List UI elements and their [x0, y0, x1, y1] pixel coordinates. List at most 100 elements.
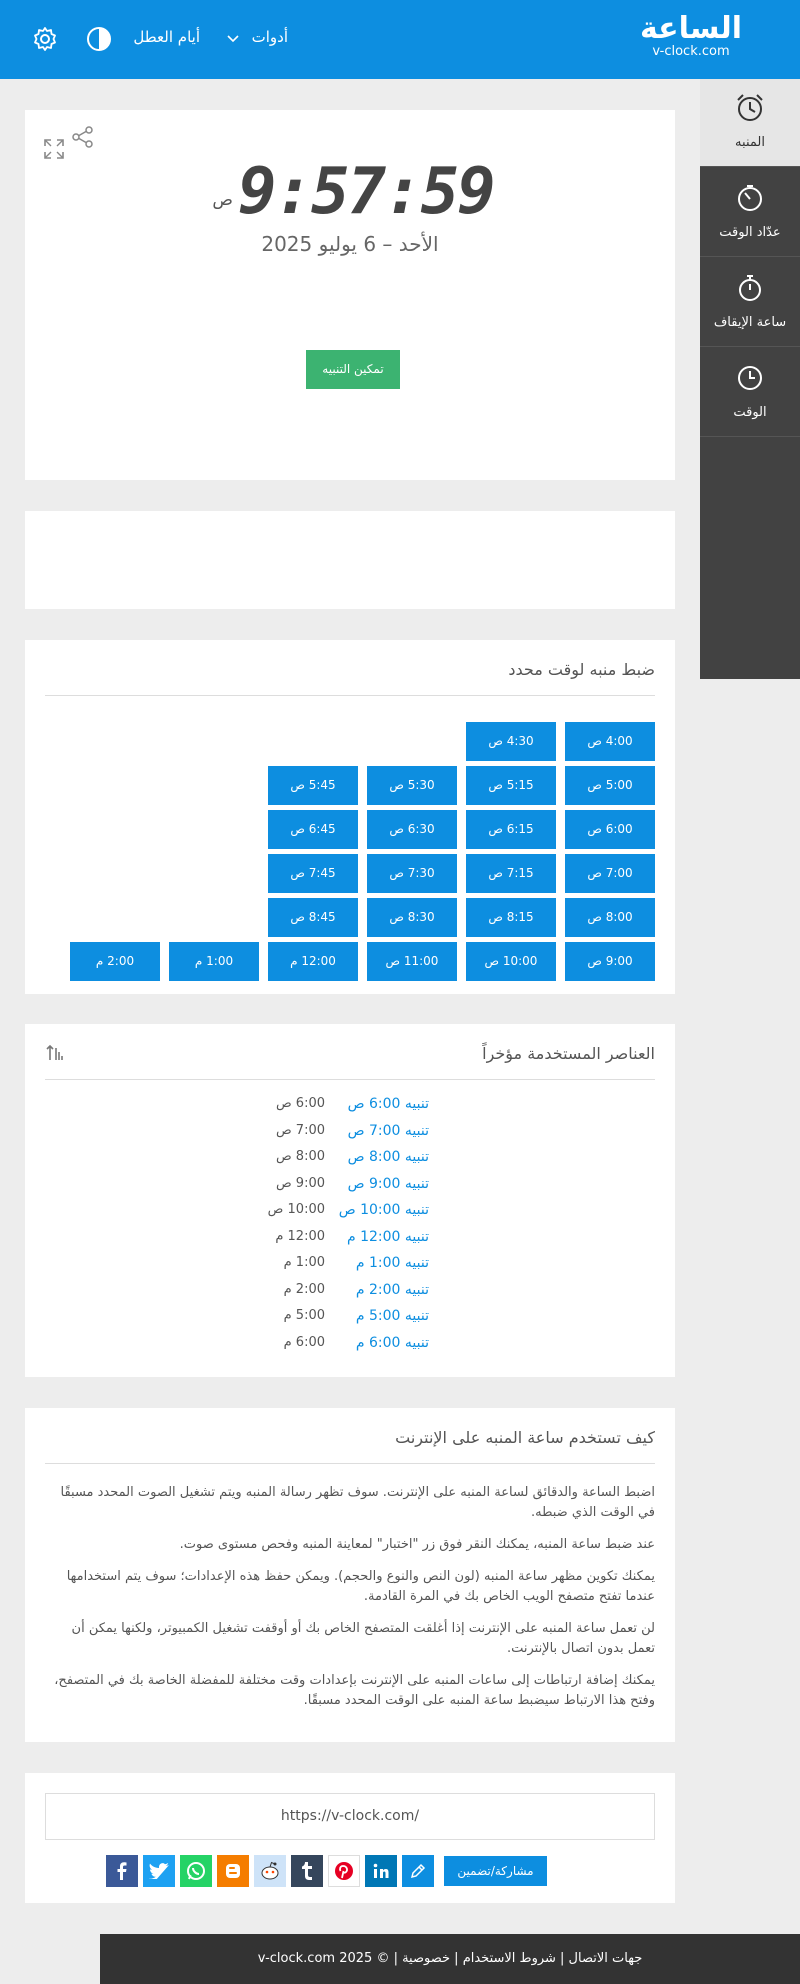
clock-panel: ص 9:57:59 الأحد – 6 يوليو 2025 تمكين الت… [25, 110, 675, 480]
recent-alarm-time: 12:00 م [275, 1228, 325, 1244]
howto-panel: كيف تستخدم ساعة المنبه على الإنترنت اضبط… [25, 1408, 675, 1742]
preset-alarm-button[interactable]: 8:15 ص [466, 898, 556, 937]
recent-alarm-link[interactable]: تنبيه 6:00 م [334, 1335, 429, 1351]
divider [45, 1463, 655, 1464]
recent-alarm-link[interactable]: تنبيه 6:00 ص [334, 1096, 429, 1112]
preset-alarm-button[interactable]: 4:30 ص [466, 722, 556, 761]
preset-alarm-button[interactable]: 9:00 ص [565, 942, 655, 981]
howto-body: اضبط الساعة والدقائق لساعة المنبه على ال… [45, 1483, 655, 1723]
recent-row: تنبيه 5:00 م 5:00 م [25, 1308, 675, 1334]
recent-title: العناصر المستخدمة مؤخراً [482, 1044, 655, 1063]
preset-alarm-button[interactable]: 6:00 ص [565, 810, 655, 849]
twitter-icon[interactable] [143, 1855, 175, 1887]
clock-icon [738, 366, 762, 390]
preset-alarm-button[interactable]: 10:00 ص [466, 942, 556, 981]
howto-paragraph: لن تعمل ساعة المنبه على الإنترنت إذا أغل… [71, 1621, 655, 1656]
recent-items-panel: العناصر المستخدمة مؤخراً تنبيه 6:00 ص 6:0… [25, 1024, 675, 1377]
nav-holidays-link[interactable]: أيام العطل [133, 28, 200, 46]
tumblr-icon[interactable] [291, 1855, 323, 1887]
preset-alarm-button[interactable]: 6:45 ص [268, 810, 358, 849]
reddit-icon[interactable] [254, 1855, 286, 1887]
logo-title: الساعة [639, 11, 742, 46]
recent-alarm-time: 9:00 ص [275, 1175, 325, 1191]
recent-alarm-link[interactable]: تنبيه 9:00 ص [334, 1176, 429, 1192]
blogger-icon[interactable] [217, 1855, 249, 1887]
recent-row: تنبيه 7:00 ص 7:00 ص [25, 1123, 675, 1149]
preset-alarm-button[interactable]: 8:30 ص [367, 898, 457, 937]
recent-alarm-time: 8:00 ص [275, 1149, 325, 1164]
recent-row: تنبيه 12:00 م 12:00 م [25, 1229, 675, 1255]
share-embed-button[interactable]: مشاركة/تضمين [444, 1856, 547, 1886]
recent-alarm-time: 2:00 م [283, 1281, 325, 1297]
preset-alarm-button[interactable]: 6:15 ص [466, 810, 556, 849]
preset-alarm-button[interactable]: 1:00 م [169, 942, 259, 981]
nav-tools-menu[interactable]: أدوات [227, 28, 288, 47]
presets-title: ضبط منبه لوقت محدد [508, 660, 655, 679]
sidebar-item-stopwatch[interactable]: ساعة الإيقاف [700, 259, 800, 347]
preset-alarm-button[interactable]: 5:45 ص [268, 766, 358, 805]
recent-row: تنبيه 8:00 ص 8:00 ص [25, 1149, 675, 1175]
contrast-icon[interactable] [86, 26, 112, 52]
recent-alarm-link[interactable]: تنبيه 10:00 ص [334, 1202, 429, 1218]
share-url-field[interactable]: https://v-clock.com/ [45, 1793, 655, 1840]
recent-alarm-link[interactable]: تنبيه 1:00 م [334, 1255, 429, 1271]
site-logo[interactable]: الساعة v-clock.com [640, 14, 742, 60]
recent-alarm-link[interactable]: تنبيه 5:00 م [334, 1308, 429, 1324]
chevron-down-icon [227, 29, 239, 47]
nav-tools-label: أدوات [251, 28, 288, 46]
preset-alarms-panel: ضبط منبه لوقت محدد 4:00 ص 5:00 ص 6:00 ص 7:0… [25, 640, 675, 994]
recent-alarm-time: 1:00 م [283, 1255, 325, 1270]
time-ampm: ص [212, 190, 233, 210]
recent-alarm-link[interactable]: تنبيه 8:00 ص [334, 1149, 429, 1165]
preset-alarm-button[interactable]: 6:30 ص [367, 810, 457, 849]
preset-alarm-button[interactable]: 5:15 ص [466, 766, 556, 805]
sort-icon[interactable] [45, 1044, 65, 1066]
recent-alarm-link[interactable]: تنبيه 7:00 ص [334, 1123, 429, 1139]
preset-alarm-button[interactable]: 5:30 ص [367, 766, 457, 805]
recent-alarm-link[interactable]: تنبيه 12:00 م [334, 1229, 429, 1245]
current-date: الأحد – 6 يوليو 2025 [261, 232, 439, 256]
recent-row: تنبيه 2:00 م 2:00 م [25, 1282, 675, 1308]
gear-icon[interactable] [32, 26, 58, 52]
stopwatch-icon [739, 275, 761, 301]
sidebar-item-time[interactable]: الوقت [700, 349, 800, 437]
pinterest-icon[interactable] [328, 1855, 360, 1887]
tool-sidebar: المنبه عدّاد الوقت ساعة الإيقاف الوقت [700, 79, 800, 679]
recent-alarm-link[interactable]: تنبيه 2:00 م [334, 1282, 429, 1298]
howto-title: كيف تستخدم ساعة المنبه على الإنترنت [395, 1428, 655, 1447]
recent-alarm-time: 6:00 م [283, 1334, 325, 1350]
timer-icon [738, 185, 762, 211]
facebook-icon[interactable] [106, 1855, 138, 1887]
sidebar-item-label: المنبه [735, 135, 765, 150]
ad-placeholder [25, 511, 675, 609]
share-icon[interactable] [72, 126, 94, 148]
divider [45, 1079, 655, 1080]
preset-alarm-button[interactable]: 7:45 ص [268, 854, 358, 893]
current-time: 9:57:59 [237, 155, 496, 229]
sidebar-item-alarm[interactable]: المنبه [700, 79, 800, 167]
linkedin-icon[interactable] [365, 1855, 397, 1887]
preset-alarm-button[interactable]: 7:15 ص [466, 854, 556, 893]
preset-alarm-button[interactable]: 8:45 ص [268, 898, 358, 937]
preset-alarm-button[interactable]: 7:30 ص [367, 854, 457, 893]
recent-row: تنبيه 6:00 م 6:00 م [25, 1335, 675, 1361]
site-footer: جهات الاتصال | شروط الاستخدام | خصوصية |… [100, 1934, 800, 1984]
preset-alarm-button[interactable]: 2:00 م [70, 942, 160, 981]
preset-alarm-button[interactable]: 11:00 ص [367, 942, 457, 981]
howto-paragraph: عند ضبط ساعة المنبه، يمكنك النقر فوق زر … [179, 1537, 655, 1552]
enable-alarm-button[interactable]: تمكين التنبيه [306, 350, 400, 389]
recent-row: تنبيه 6:00 ص 6:00 ص [25, 1096, 675, 1122]
preset-alarm-button[interactable]: 7:00 ص [565, 854, 655, 893]
preset-alarm-button[interactable]: 5:00 ص [565, 766, 655, 805]
preset-alarm-button[interactable]: 4:00 ص [565, 722, 655, 761]
recent-alarm-time: 5:00 م [283, 1308, 325, 1323]
alarm-clock-icon [737, 94, 763, 121]
whatsapp-icon[interactable] [180, 1855, 212, 1887]
edit-icon[interactable] [402, 1855, 434, 1887]
sidebar-item-timer[interactable]: عدّاد الوقت [700, 169, 800, 257]
sidebar-item-label: عدّاد الوقت [719, 225, 781, 240]
sidebar-item-label: ساعة الإيقاف [713, 315, 787, 330]
preset-alarm-button[interactable]: 8:00 ص [565, 898, 655, 937]
preset-alarm-button[interactable]: 12:00 م [268, 942, 358, 981]
recent-alarm-time: 10:00 ص [267, 1202, 325, 1217]
